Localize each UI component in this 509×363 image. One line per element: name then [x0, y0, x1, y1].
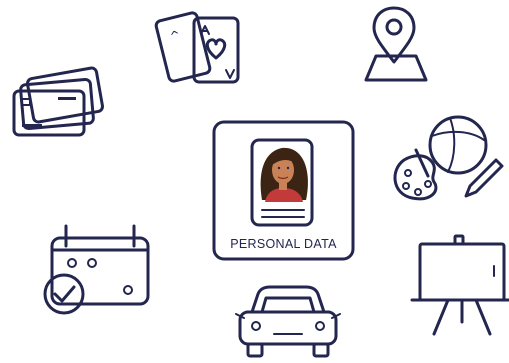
personal-data-label: PERSONAL DATA — [230, 237, 337, 251]
center-card: PERSONAL DATA — [212, 120, 355, 261]
location-pin-map-icon — [364, 6, 428, 82]
beach-ball-palette-icon — [393, 115, 504, 201]
id-badge-icon — [250, 138, 314, 227]
credit-cards-icon — [12, 66, 104, 137]
personal-data-illustration: ^ PERSONAL DATA — [0, 0, 509, 363]
illustration-canvas: ^ PERSONAL DATA — [12, 6, 509, 358]
playing-cards-icon: ^ — [154, 11, 240, 84]
svg-text:^: ^ — [168, 28, 181, 44]
calendar-check-icon — [43, 224, 150, 315]
presentation-board-icon — [410, 234, 509, 336]
car-icon — [235, 285, 341, 358]
